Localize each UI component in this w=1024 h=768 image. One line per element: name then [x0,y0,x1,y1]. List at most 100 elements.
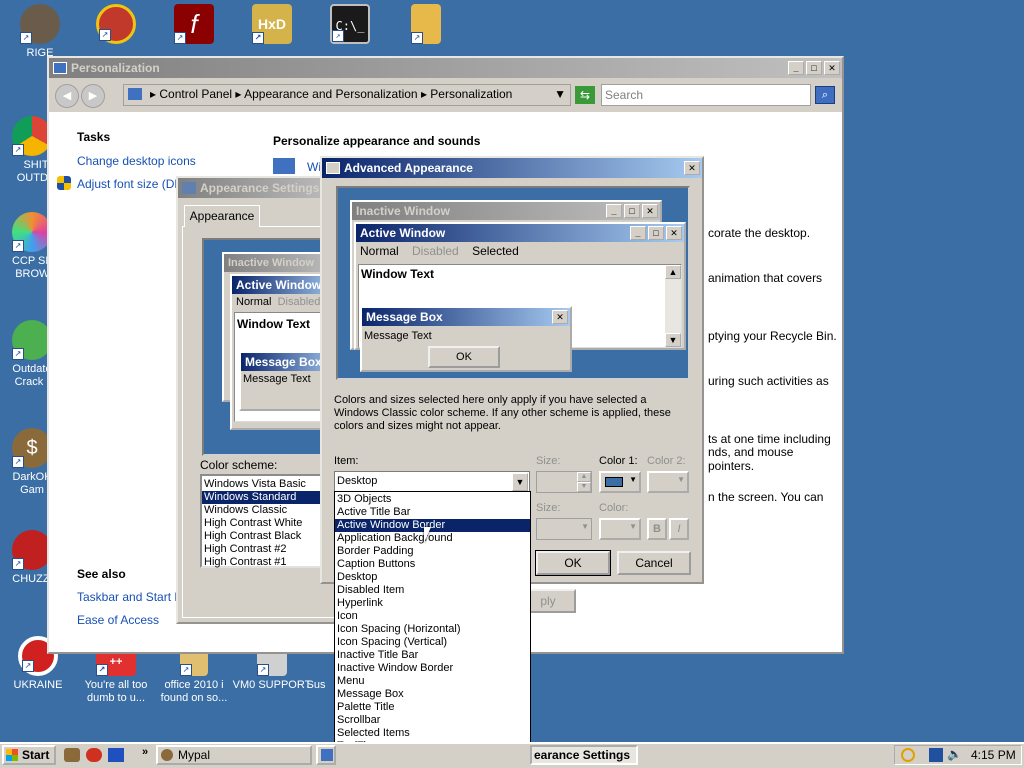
breadcrumb-control-panel[interactable]: Control Panel [159,87,232,101]
desktop-icon-rige[interactable]: ↗ RIGE [0,4,80,60]
tasks-heading: Tasks [77,130,111,144]
dropdown-option[interactable]: Active Title Bar [335,506,530,519]
control-panel-icon [321,749,333,761]
font-color-picker: ▼ [599,518,641,540]
display-icon [182,182,196,194]
dropdown-option[interactable]: Scrollbar [335,714,530,727]
see-also-ease-of-access[interactable]: Ease of Access [77,613,159,627]
preview-window-text: Window Text [361,267,434,281]
task-adjust-font-size[interactable]: Adjust font size (DPI [77,177,186,191]
dropdown-option[interactable]: Inactive Window Border [335,662,530,675]
dropdown-option[interactable]: Icon Spacing (Horizontal) [335,623,530,636]
quicklaunch-browser-icon[interactable] [86,748,102,762]
dropdown-option[interactable]: Message Box [335,688,530,701]
dropdown-option[interactable]: Caption Buttons [335,558,530,571]
size-label: Size: [536,455,561,467]
clock[interactable]: 4:15 PM [971,748,1016,762]
italic-button: I [669,518,689,540]
desktop-icon-office[interactable]: ↗ office 2010 i found on so... [154,648,234,705]
desktop-icon-cmd[interactable]: C:\_ ↗ [310,4,390,47]
address-toolbar: ◀ ▶ ▸ Control Panel ▸ Appearance and Per… [49,78,842,112]
dropdown-option-selected[interactable]: Active Window Border [335,519,530,532]
desktop-icon-hxd[interactable]: HxD ↗ [232,4,312,47]
desktop-icon-sus[interactable]: Sus [296,648,336,692]
taskbar-button-appearance-settings[interactable]: earance Settings [530,745,638,765]
dropdown-option[interactable]: Menu [335,675,530,688]
desktop-icon-label: office 2010 i found on so... [160,679,228,704]
money-bag-icon: $ ↗ [12,428,52,468]
item-label: Item: [334,455,359,467]
desktop-icon-flash[interactable]: f ↗ [154,4,234,47]
window-title: Appearance Settings [200,181,320,195]
back-button[interactable]: ◀ [55,84,79,108]
see-also-taskbar[interactable]: Taskbar and Start Me [77,590,191,604]
bold-button: B [647,518,667,540]
dropdown-option[interactable]: Disabled Item [335,584,530,597]
chevron-down-icon: ▼ [629,522,637,531]
preview-menu-bar: Normal Disabled Selected [356,242,684,260]
breadcrumb-sep-icon: ▸ [150,87,160,101]
dropdown-option[interactable]: Hyperlink [335,597,530,610]
display-icon [326,162,340,174]
personalization-titlebar[interactable]: Personalization _ □ ✕ [49,58,842,78]
preview-message-box: Message Box ✕ Message Text OK [360,306,572,372]
font-size-select: ▼ [536,518,592,540]
close-button[interactable]: ✕ [824,61,840,75]
minimize-button[interactable]: _ [788,61,804,75]
appearance-settings-titlebar[interactable]: Appearance Settings [178,178,342,198]
refresh-button[interactable]: ⇆ [575,86,595,104]
breadcrumb-appearance[interactable]: Appearance and Personalization [244,87,417,101]
dropdown-option[interactable]: Icon [335,610,530,623]
breadcrumb-personalization[interactable]: Personalization [430,87,512,101]
window-color-link[interactable]: Wi [307,160,321,174]
item-select-value: Desktop [337,475,378,487]
tab-appearance[interactable]: Appearance [184,205,260,227]
color2-picker: ▼ [647,471,689,493]
search-tray-icon[interactable] [901,748,915,762]
forward-button[interactable]: ▶ [81,84,105,108]
preview-inactive-titlebar: Inactive Window _ □ ✕ [352,202,660,220]
taskbar-button-label: earance Settings [534,748,631,762]
quicklaunch-windows-icon[interactable] [108,748,124,762]
item-dropdown-list[interactable]: 3D Objects Active Title Bar Active Window … [334,491,531,767]
preview-inactive-title: Inactive Window [356,204,450,218]
desktop-icon-p-app[interactable]: ↗ [76,4,156,47]
gem-icon: ↗ [12,320,52,360]
dropdown-option[interactable]: 3D Objects [335,493,530,506]
start-label: Start [22,748,50,762]
address-bar[interactable]: ▸ Control Panel ▸ Appearance and Persona… [123,84,571,106]
advanced-titlebar[interactable]: Advanced Appearance ✕ [322,158,702,178]
dropdown-option[interactable]: Icon Spacing (Vertical) [335,636,530,649]
dropdown-option[interactable]: Border Padding [335,545,530,558]
quicklaunch-chevron-icon[interactable]: » [142,746,148,758]
mouse-cursor-icon [424,527,431,543]
maximize-button[interactable]: □ [806,61,822,75]
search-icon[interactable]: ⌕ [815,86,835,104]
start-button[interactable]: Start [2,745,56,765]
task-change-desktop-icons[interactable]: Change desktop icons [77,154,196,168]
taskbar-button-control-panel[interactable] [316,745,336,765]
address-dropdown-icon[interactable]: ▼ [554,85,566,103]
dropdown-option[interactable]: Desktop [335,571,530,584]
desktop-icon-dumb[interactable]: ++ ↗ You're all too dumb to u... [76,648,156,705]
window-title: Personalization [71,61,160,75]
dropdown-option[interactable]: Inactive Title Bar [335,649,530,662]
quicklaunch-desktop-icon[interactable] [64,748,80,762]
volume-icon[interactable]: 🔈 [947,747,962,761]
ok-button[interactable]: OK [535,550,611,576]
dropdown-option[interactable]: Palette Title [335,701,530,714]
close-button[interactable]: ✕ [684,161,700,175]
color1-picker[interactable]: ▼ [599,471,641,493]
taskbar-button-mypal[interactable]: Mypal [156,745,312,765]
item-select[interactable]: Desktop ▼ [334,471,530,493]
chevron-down-icon[interactable]: ▼ [512,473,528,491]
cancel-button[interactable]: Cancel [617,551,691,575]
dropdown-option[interactable]: Selected Items [335,727,530,740]
desktop-icon-folder[interactable]: ↗ [386,4,466,47]
search-input[interactable]: Search [601,84,811,106]
dropdown-option[interactable]: Application Background [335,532,530,545]
folder-icon: ↗ [411,4,441,44]
minimize-icon: _ [606,204,622,218]
network-icon[interactable] [929,748,943,762]
preview-active-title: Active Window [360,226,446,240]
